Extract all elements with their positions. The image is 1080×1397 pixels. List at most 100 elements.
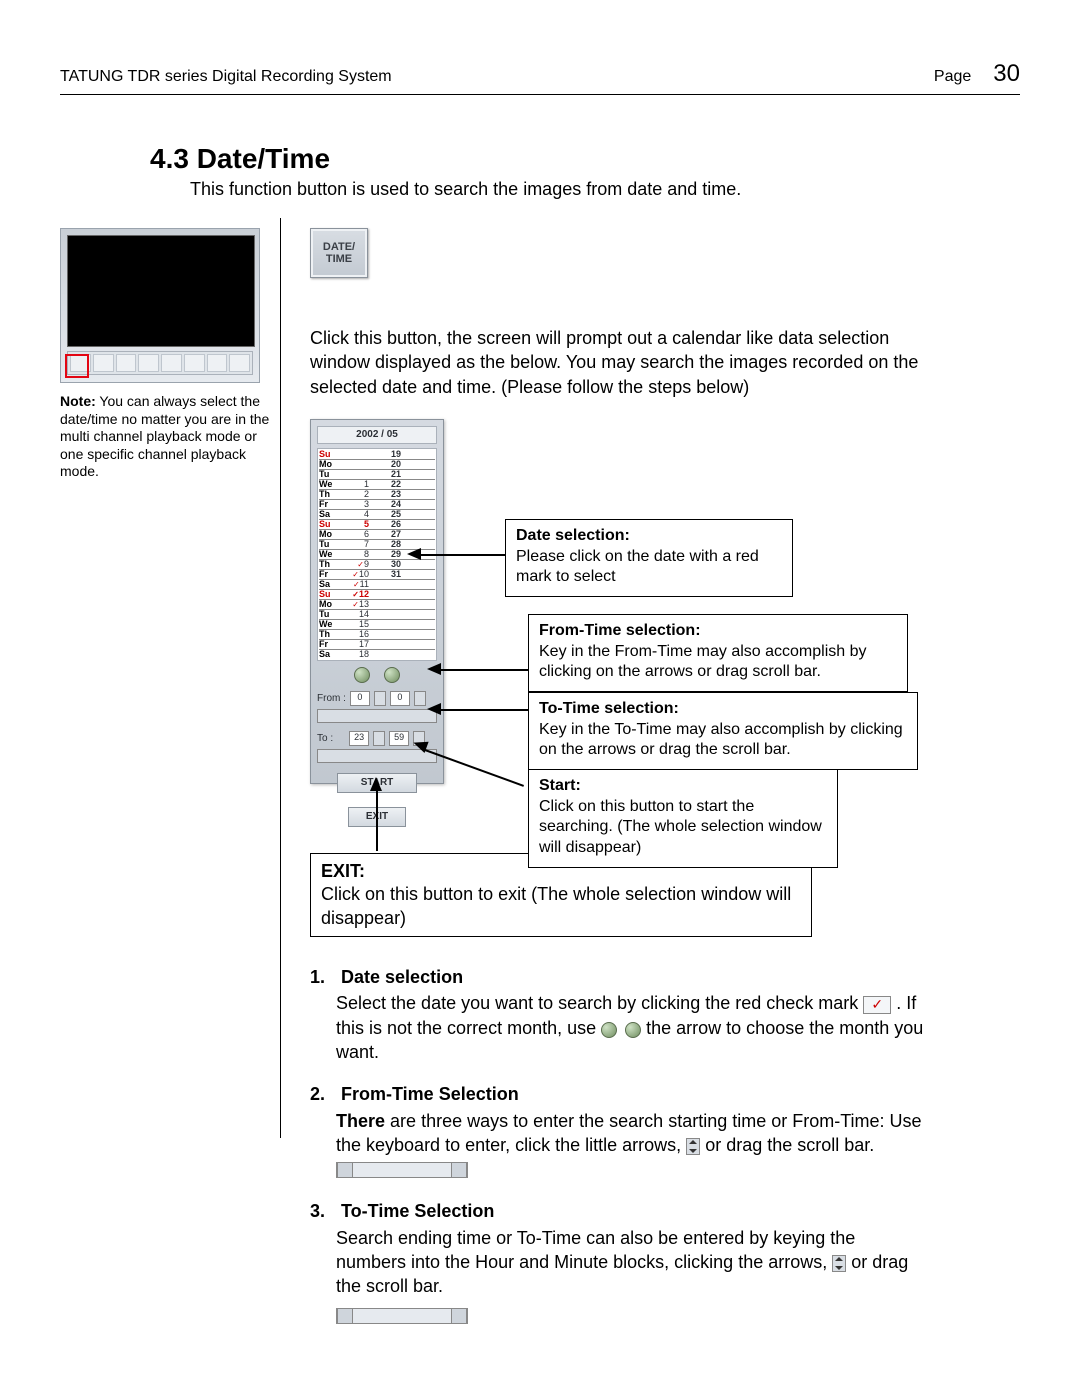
callout-title: Date selection: xyxy=(516,526,782,547)
step-2: 2. From-Time Selection There are three w… xyxy=(310,1082,930,1181)
callout-to: To-Time selection: Key in the To-Time ma… xyxy=(528,692,918,770)
page-header: TATUNG TDR series Digital Recording Syst… xyxy=(60,60,1020,95)
step-title: Date selection xyxy=(341,967,463,987)
step-text: Select the date you want to search by cl… xyxy=(336,993,863,1013)
arrow-head-icon xyxy=(370,777,382,791)
calendar-row[interactable]: Fr17 xyxy=(319,640,435,650)
calendar-row[interactable]: We122 xyxy=(319,480,435,490)
toolbar-btn xyxy=(138,354,159,372)
toolbar-btn xyxy=(184,354,205,372)
section-intro: This function button is used to search t… xyxy=(190,179,1020,200)
calendar-row[interactable]: Fr✓1031 xyxy=(319,570,435,580)
arrow-head-icon xyxy=(427,663,441,675)
diagram: 2002 / 05 Su19Mo20Tu21We122Th223Fr324Sa4… xyxy=(310,419,930,919)
toolbar-btn xyxy=(207,354,228,372)
calendar-row[interactable]: We15 xyxy=(319,620,435,630)
step-number: 1. xyxy=(310,965,336,989)
prev-month-icon[interactable] xyxy=(354,667,370,683)
step-title: To-Time Selection xyxy=(341,1201,494,1221)
date-time-button-label: DATE/ TIME xyxy=(323,241,355,265)
step-3: 3. To-Time Selection Search ending time … xyxy=(310,1199,930,1326)
to-label: To : xyxy=(317,733,333,744)
callout-title: From-Time selection: xyxy=(539,621,897,642)
arrow-line xyxy=(420,554,505,556)
from-label: From : xyxy=(317,693,346,704)
callout-body: Please click on the date with a red mark… xyxy=(516,547,782,589)
page-label: Page xyxy=(934,68,971,86)
step-title: From-Time Selection xyxy=(341,1084,519,1104)
spin-arrows-icon xyxy=(686,1138,700,1155)
divider-line xyxy=(280,218,281,1138)
steps-list: 1. Date selection Select the date you wa… xyxy=(310,965,930,1327)
calendar-row[interactable]: Th223 xyxy=(319,490,435,500)
doc-title: TATUNG TDR series Digital Recording Syst… xyxy=(60,68,392,86)
page-number: 30 xyxy=(993,60,1020,88)
from-min-stepper[interactable] xyxy=(414,691,426,706)
calendar-row[interactable]: Sa18 xyxy=(319,650,435,659)
to-hour-stepper[interactable] xyxy=(373,731,385,746)
callout-from: From-Time selection: Key in the From-Tim… xyxy=(528,614,908,692)
callout-body: Click on this button to start the search… xyxy=(539,797,827,859)
date-time-button[interactable]: DATE/ TIME xyxy=(310,228,368,278)
step-text: Search ending time or To-Time can also b… xyxy=(336,1228,855,1272)
note-prefix: Note: xyxy=(60,393,96,409)
from-scrollbar[interactable] xyxy=(317,709,437,723)
step-1: 1. Date selection Select the date you wa… xyxy=(310,965,930,1064)
playback-toolbar xyxy=(67,351,253,375)
step-text-bold: There xyxy=(336,1111,385,1131)
date-time-panel: 2002 / 05 Su19Mo20Tu21We122Th223Fr324Sa4… xyxy=(310,419,444,784)
next-month-icon[interactable] xyxy=(384,667,400,683)
from-hour-input[interactable]: 0 xyxy=(350,691,370,706)
calendar-row[interactable]: Th16 xyxy=(319,630,435,640)
video-area xyxy=(67,235,255,347)
arrow-head-icon xyxy=(407,548,421,560)
arrow-line xyxy=(440,709,528,711)
callout-date: Date selection: Please click on the date… xyxy=(505,519,793,597)
highlight-box xyxy=(65,354,89,378)
month-arrows-icon xyxy=(601,1021,641,1037)
step-text: or drag the scroll bar. xyxy=(705,1135,874,1155)
from-hour-stepper[interactable] xyxy=(374,691,386,706)
calendar-row[interactable]: Tu14 xyxy=(319,610,435,620)
step-number: 2. xyxy=(310,1082,336,1106)
calendar-row[interactable]: Su526 xyxy=(319,520,435,530)
from-row: From : 0 0 xyxy=(317,691,437,706)
calendar-row[interactable]: Mo✓13 xyxy=(319,600,435,610)
panel-month: 2002 / 05 xyxy=(317,426,437,444)
calendar-row[interactable]: Mo627 xyxy=(319,530,435,540)
from-min-input[interactable]: 0 xyxy=(390,691,410,706)
calendar-row[interactable]: Su✓12 xyxy=(319,590,435,600)
to-min-input[interactable]: 59 xyxy=(389,731,409,746)
arrow-line xyxy=(440,669,528,671)
calendar-row[interactable]: Sa✓11 xyxy=(319,580,435,590)
side-note: Note: You can always select the date/tim… xyxy=(60,393,270,481)
spin-arrows-icon xyxy=(832,1255,846,1272)
manual-page: TATUNG TDR series Digital Recording Syst… xyxy=(0,0,1080,1397)
scrollbar-icon xyxy=(336,1162,468,1178)
calendar-row[interactable]: Mo20 xyxy=(319,460,435,470)
intro-paragraph: Click this button, the screen will promp… xyxy=(310,326,930,399)
calendar-row[interactable]: Sa425 xyxy=(319,510,435,520)
playback-thumbnail xyxy=(60,228,260,383)
to-hour-input[interactable]: 23 xyxy=(349,731,369,746)
toolbar-btn xyxy=(161,354,182,372)
calendar-row[interactable]: Su19 xyxy=(319,450,435,460)
toolbar-btn xyxy=(93,354,114,372)
scrollbar-icon xyxy=(336,1308,468,1324)
calendar-row[interactable]: Fr324 xyxy=(319,500,435,510)
month-nav xyxy=(317,667,437,683)
calendar-row[interactable]: Th✓930 xyxy=(319,560,435,570)
arrow-line xyxy=(376,789,378,851)
toolbar-btn xyxy=(116,354,137,372)
callout-body: Key in the To-Time may also accomplish b… xyxy=(539,720,907,762)
toolbar-btn xyxy=(229,354,250,372)
step-number: 3. xyxy=(310,1199,336,1223)
callout-start: Start: Click on this button to start the… xyxy=(528,769,838,868)
calendar-row[interactable]: Tu21 xyxy=(319,470,435,480)
section-heading: 4.3 Date/Time xyxy=(150,143,1020,175)
callout-title: Start: xyxy=(539,776,827,797)
red-check-icon: ✓ xyxy=(863,996,891,1014)
callout-title: To-Time selection: xyxy=(539,699,907,720)
arrow-head-icon xyxy=(427,703,441,715)
callout-body: Key in the From-Time may also accomplish… xyxy=(539,642,897,684)
